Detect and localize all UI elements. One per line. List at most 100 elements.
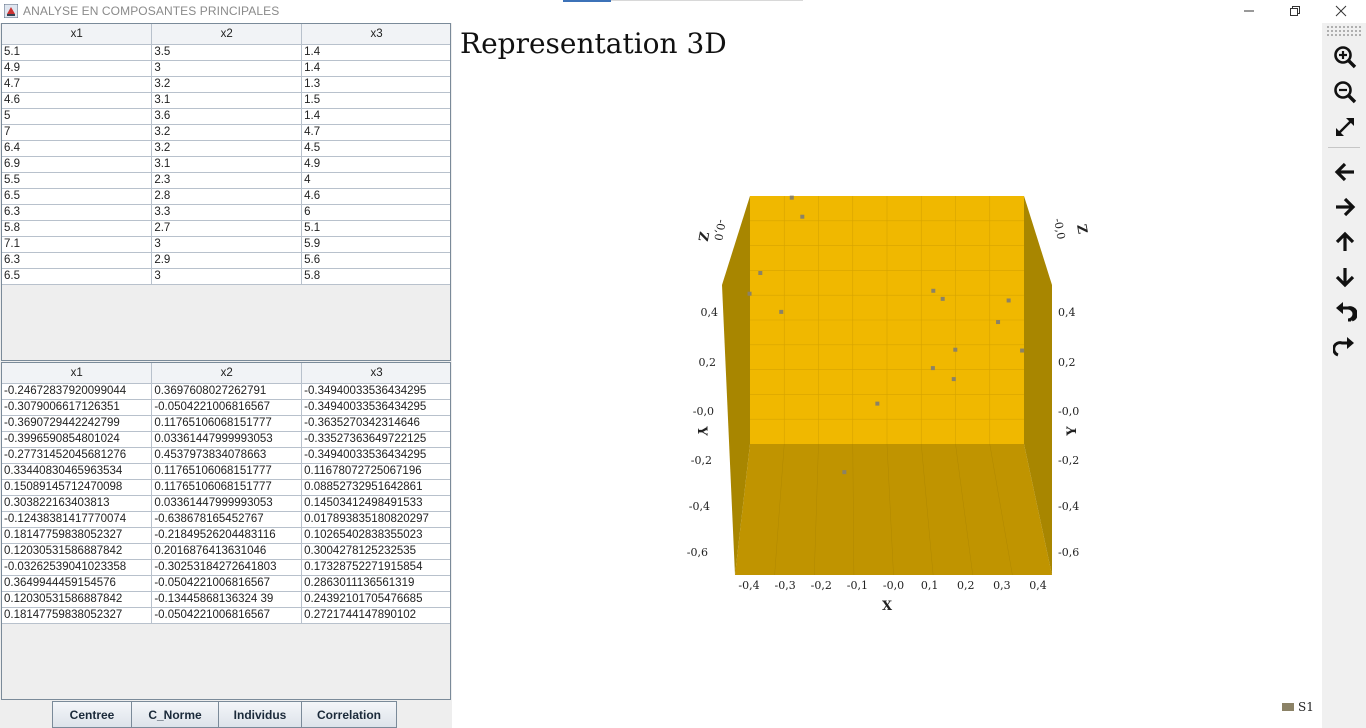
chart-panel[interactable]: Representation 3D -0,4 -0,3 -0,2 -0,1 -0,0 0,… — [452, 23, 1322, 728]
table-cell[interactable]: 3 — [151, 268, 303, 285]
table-cell[interactable]: 0.10265402838355023 — [301, 527, 450, 544]
table-cell[interactable]: 3.5 — [151, 44, 303, 61]
transformed-data-table[interactable]: x1 x2 x3 -0.24672837920099044 0.36976080272… — [2, 363, 450, 624]
table-row[interactable]: 0.12030531586887842 0.2016876413631046 0.3… — [2, 543, 450, 560]
column-header-x2[interactable]: x2 — [151, 24, 303, 45]
table-cell[interactable]: 4.9 — [2, 60, 153, 77]
raw-data-table[interactable]: x1 x2 x3 5.1 3.5 1.4 4.9 3 1.4 4.7 3.2 1.3 4.6 3.1 1.… — [2, 24, 450, 285]
table-cell[interactable]: -0.3079006617126351 — [2, 399, 153, 416]
rotate-left-button[interactable] — [1328, 295, 1362, 328]
table-cell[interactable]: 7 — [2, 124, 153, 141]
table-cell[interactable]: 0.2863011136561319 — [301, 575, 450, 592]
table-row[interactable]: 0.18147759838052327 -0.0504221006816567 0.… — [2, 607, 450, 624]
table-cell[interactable]: 5.8 — [2, 220, 153, 237]
table-cell[interactable]: 6.3 — [2, 204, 153, 221]
table-row[interactable]: 5 3.6 1.4 — [2, 108, 450, 125]
table-row[interactable]: 5.8 2.7 5.1 — [2, 220, 450, 237]
table-cell[interactable]: -0.21849526204483116 — [151, 527, 303, 544]
table-cell[interactable]: 0.11765106068151777 — [151, 415, 303, 432]
table-cell[interactable]: 5.1 — [2, 44, 153, 61]
toolbar-grip[interactable] — [1326, 25, 1362, 37]
table-cell[interactable]: 4.6 — [301, 188, 450, 205]
table-cell[interactable]: -0.363527034231464​6 — [301, 415, 450, 432]
table-cell[interactable]: 0.24392101705476685 — [301, 591, 450, 608]
table-cell[interactable]: 3.1 — [151, 156, 303, 173]
table-cell[interactable]: 0.3004278125232535 — [301, 543, 450, 560]
table-cell[interactable]: 3.2 — [151, 124, 303, 141]
table-cell[interactable]: -0.27731452045681276 — [2, 447, 153, 464]
table-cell[interactable]: 0.14503412498491533 — [301, 495, 450, 512]
table-cell[interactable]: 0.2721744147890102 — [301, 607, 450, 624]
table-cell[interactable]: 5.1 — [301, 220, 450, 237]
table-cell[interactable]: 1.4 — [301, 60, 450, 77]
table-cell[interactable]: 0.12030531586887842 — [2, 543, 153, 560]
table-row[interactable]: 6.9 3.1 4.9 — [2, 156, 450, 173]
table-cell[interactable]: -0.0504221006816567 — [151, 607, 303, 624]
table-cell[interactable]: 0.017893835180820297 — [301, 511, 450, 528]
table-cell[interactable]: -0.33527363649722125 — [301, 431, 450, 448]
table-row[interactable]: 0.303822163403813 0.03361447999993053 0.14… — [2, 495, 450, 512]
table-row[interactable]: 6.3 2.9 5.6 — [2, 252, 450, 269]
table-cell[interactable]: -0.0504221006816567 — [151, 399, 303, 416]
table-cell[interactable]: 0.18147759838052327 — [2, 607, 153, 624]
table-cell[interactable]: 3.2 — [151, 76, 303, 93]
table-cell[interactable]: 5 — [2, 108, 153, 125]
table-row[interactable]: 6.3 3.3 6 — [2, 204, 450, 221]
table-cell[interactable]: 0.3649944459154576 — [2, 575, 153, 592]
table-cell[interactable]: 2.9 — [151, 252, 303, 269]
table-cell[interactable]: -0.34940033536434295 — [301, 399, 450, 416]
table-row[interactable]: 0.15089145712470098 0.11765106068151777 0.… — [2, 479, 450, 496]
table-cell[interactable]: 4.6 — [2, 92, 153, 109]
transformed-data-table-scrollpane[interactable]: x1 x2 x3 -0.24672837920099044 0.36976080272… — [1, 362, 451, 700]
table-cell[interactable]: 6.9 — [2, 156, 153, 173]
table-cell[interactable]: 3 — [151, 60, 303, 77]
pan-down-button[interactable] — [1328, 260, 1362, 293]
table-cell[interactable]: 0.03361447999993053 — [151, 495, 303, 512]
zoom-in-button[interactable] — [1328, 40, 1362, 73]
column-header-x1[interactable]: x1 — [2, 24, 153, 45]
table-cell[interactable]: 4 — [301, 172, 450, 189]
table-cell[interactable]: 1.5 — [301, 92, 450, 109]
table-cell[interactable]: -0.12438381417770074 — [2, 511, 153, 528]
table-row[interactable]: -0.03262539041023358 -0.30253184272641803… — [2, 559, 450, 576]
table-cell[interactable]: 0.33440830465963534 — [2, 463, 153, 480]
table-row[interactable]: -0.24672837920099044 0.3697608027262791 -0… — [2, 383, 450, 400]
table-cell[interactable]: 6 — [301, 204, 450, 221]
table-cell[interactable]: 6.5 — [2, 188, 153, 205]
table-cell[interactable]: -0.13445868136324 39 — [151, 591, 303, 608]
table-cell[interactable]: 5.9 — [301, 236, 450, 253]
table-cell[interactable]: 0.303822163403813 — [2, 495, 153, 512]
table-cell[interactable]: -0.24672837920099044 — [2, 383, 153, 400]
table-row[interactable]: -0.3996590854801024 0.03361447999993053 -0… — [2, 431, 450, 448]
fit-to-view-button[interactable] — [1328, 110, 1362, 143]
table-cell[interactable]: 2.3 — [151, 172, 303, 189]
correlation-button[interactable]: Correlation — [301, 701, 397, 728]
table-cell[interactable]: 0.08852732951642861 — [301, 479, 450, 496]
table-row[interactable]: -0.12438381417770074 -0.638678165452767 0.… — [2, 511, 450, 528]
table-cell[interactable]: 7.1 — [2, 236, 153, 253]
table-cell[interactable]: 3.6 — [151, 108, 303, 125]
rotate-right-button[interactable] — [1328, 330, 1362, 363]
table-cell[interactable]: 4.7 — [2, 76, 153, 93]
table-row[interactable]: 4.6 3.1 1.5 — [2, 92, 450, 109]
table-cell[interactable]: -0.3690729442242799 — [2, 415, 153, 432]
table-row[interactable]: 6.4 3.2 4.5 — [2, 140, 450, 157]
restore-button[interactable] — [1272, 0, 1318, 22]
table-cell[interactable]: 1.3 — [301, 76, 450, 93]
table-cell[interactable]: 0.18147759838052327 — [2, 527, 153, 544]
column-header-x2[interactable]: x2 — [151, 363, 303, 384]
table-cell[interactable]: 4.7 — [301, 124, 450, 141]
table-row[interactable]: -0.3690729442242799 0.11765106068151777 -0… — [2, 415, 450, 432]
table-cell[interactable]: 0.11765106068151777 — [151, 479, 303, 496]
table-row[interactable]: 5.5 2.3 4 — [2, 172, 450, 189]
table-cell[interactable]: 4.9 — [301, 156, 450, 173]
table-cell[interactable]: 1.4 — [301, 108, 450, 125]
pan-up-button[interactable] — [1328, 225, 1362, 258]
table-cell[interactable]: 5.5 — [2, 172, 153, 189]
table-cell[interactable]: -0.34940033536434295 — [301, 383, 450, 400]
table-row[interactable]: 4.9 3 1.4 — [2, 60, 450, 77]
column-header-x3[interactable]: x3 — [301, 363, 450, 384]
table-row[interactable]: 7.1 3 5.9 — [2, 236, 450, 253]
table-cell[interactable]: 3 — [151, 236, 303, 253]
table-row[interactable]: 6.5 2.8 4.6 — [2, 188, 450, 205]
